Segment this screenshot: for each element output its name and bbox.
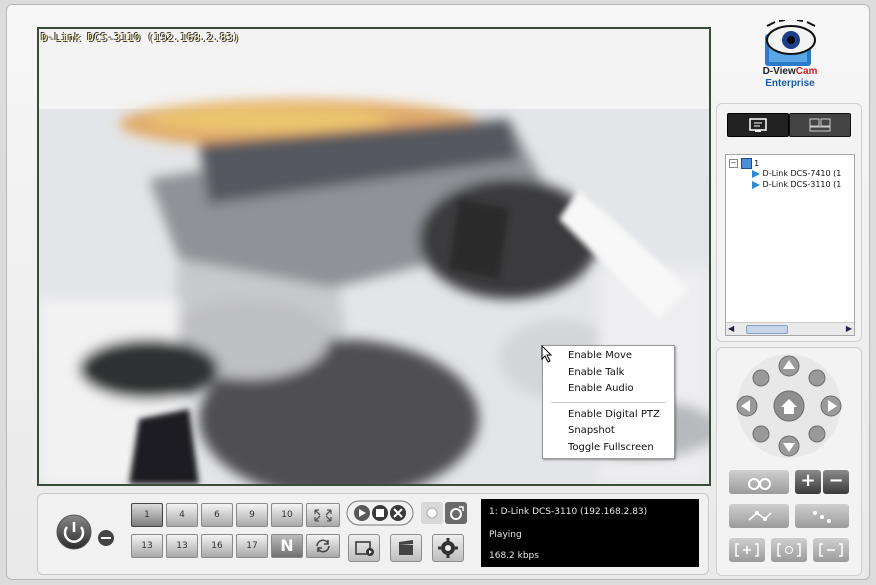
dot-nodes-icon: [813, 511, 831, 523]
tree-camera-label: D-Link DCS-7410 (1: [762, 169, 842, 178]
tab-camera-view[interactable]: [727, 113, 789, 137]
menu-item-enable-digital-ptz[interactable]: Enable Digital PTZ: [543, 407, 674, 424]
sun-icon: [426, 507, 438, 519]
status-camera: 1: D-Link DCS-3110 (192.168.2.83): [489, 507, 648, 517]
brand-prefix: D-View: [762, 66, 796, 77]
brand-suffix: Cam: [795, 66, 818, 77]
menu-item-enable-talk[interactable]: Enable Talk: [543, 365, 674, 382]
fullscreen-button[interactable]: [306, 503, 340, 527]
brightness-button[interactable]: [421, 502, 443, 524]
app-logo: D-ViewCam Enterprise: [745, 19, 835, 98]
group-folder-icon: [740, 158, 752, 169]
clapperboard-icon: [399, 540, 413, 555]
snapshot-button[interactable]: [390, 534, 422, 562]
ptz-up-right-icon: [808, 369, 826, 387]
digital-zoom-out-button[interactable]: [813, 538, 849, 562]
bracket-target-icon: [777, 543, 801, 557]
camera-list-panel: − 1 D-Link DCS-7410 (1 D-Link DCS-3110 (…: [716, 103, 862, 342]
scroll-right-icon[interactable]: ▶: [846, 324, 852, 333]
monitor-icon: [749, 118, 767, 132]
camera-title-overlay: D-Link DCS-3110 (192.168.2.83): [41, 31, 240, 44]
power-controls: [56, 514, 114, 550]
layout-button-10[interactable]: 10: [271, 503, 303, 527]
patrol-button[interactable]: [729, 470, 789, 494]
camera-play-icon: [752, 169, 760, 178]
digital-zoom-center-button[interactable]: [771, 538, 807, 562]
tree-camera-item[interactable]: D-Link DCS-7410 (1: [752, 169, 841, 178]
menu-separator: [551, 401, 666, 403]
menu-item-enable-audio[interactable]: Enable Audio: [543, 381, 674, 398]
status-bitrate: 168.2 kbps: [489, 551, 539, 561]
layout-rotate-button[interactable]: [306, 534, 340, 558]
layout-button-6[interactable]: 6: [201, 503, 233, 527]
layout-button-9[interactable]: 9: [236, 503, 268, 527]
expand-arrows-icon: [314, 509, 332, 522]
layout-button-4[interactable]: 4: [166, 503, 198, 527]
multi-monitor-icon: [809, 118, 831, 132]
ptz-down-left-icon: [752, 425, 770, 443]
plus-icon: +: [800, 470, 816, 491]
camera-tree: − 1 D-Link DCS-7410 (1 D-Link DCS-3110 (…: [725, 154, 855, 336]
zoom-in-button[interactable]: +: [795, 470, 821, 494]
digital-zoom-in-button[interactable]: [729, 538, 765, 562]
collapse-icon[interactable]: −: [729, 159, 738, 168]
brand-edition: Enterprise: [765, 78, 815, 89]
tab-layout-view[interactable]: [789, 113, 851, 137]
layout-button-1[interactable]: 1: [131, 503, 163, 527]
settings-button[interactable]: [432, 534, 464, 562]
playback-controls: [346, 500, 414, 526]
rotate-arrows-icon: [316, 539, 330, 553]
layout-button-17[interactable]: 17: [236, 534, 268, 558]
mouse-cursor-icon: [541, 345, 553, 363]
tree-camera-item[interactable]: D-Link DCS-3110 (1: [752, 180, 841, 189]
layout-button-13b[interactable]: 13: [166, 534, 198, 558]
brand-name: D-ViewCam: [745, 66, 835, 77]
gear-icon: [438, 538, 458, 558]
tree-group-node[interactable]: − 1: [729, 158, 759, 169]
menu-item-toggle-fullscreen[interactable]: Toggle Fullscreen: [543, 440, 674, 457]
bracket-minus-icon: [819, 543, 843, 557]
ptz-up-left-icon: [752, 369, 770, 387]
menu-item-snapshot[interactable]: Snapshot: [543, 423, 674, 440]
focus-icon: [450, 506, 464, 520]
scroll-left-icon[interactable]: ◀: [728, 324, 734, 333]
layout-button-13a[interactable]: 13: [131, 534, 163, 558]
layout-button-n[interactable]: N: [271, 534, 303, 558]
layout-button-16[interactable]: 16: [201, 534, 233, 558]
ptz-down-right-icon: [808, 425, 826, 443]
preset-path-button[interactable]: [729, 504, 789, 528]
binoculars-icon: [748, 478, 771, 490]
tree-group-label: 1: [754, 159, 760, 168]
playback-record-button[interactable]: [348, 534, 380, 562]
scroll-thumb[interactable]: [746, 325, 788, 334]
preset-points-button[interactable]: [795, 504, 849, 528]
menu-item-enable-move[interactable]: Enable Move: [543, 348, 674, 365]
focus-button[interactable]: [445, 502, 467, 524]
ptz-direction-pad[interactable]: [717, 348, 861, 468]
ptz-control-panel: + −: [716, 347, 862, 576]
horizontal-scrollbar[interactable]: ◀ ▶: [726, 322, 854, 335]
status-display: 1: D-Link DCS-3110 (192.168.2.83) Playin…: [481, 499, 699, 567]
video-context-menu: Enable Move Enable Talk Enable Audio Ena…: [542, 345, 675, 459]
video-playback-icon: [355, 541, 374, 556]
eye-camera-logo-icon: [765, 19, 816, 66]
minus-icon: −: [828, 470, 844, 491]
tree-camera-label: D-Link DCS-3110 (1: [762, 180, 842, 189]
panel-tabs: [727, 113, 851, 137]
camera-play-icon: [752, 180, 760, 189]
bracket-plus-icon: [735, 543, 759, 557]
path-nodes-icon: [748, 511, 772, 521]
zoom-out-button[interactable]: −: [823, 470, 849, 494]
status-state: Playing: [489, 530, 522, 540]
